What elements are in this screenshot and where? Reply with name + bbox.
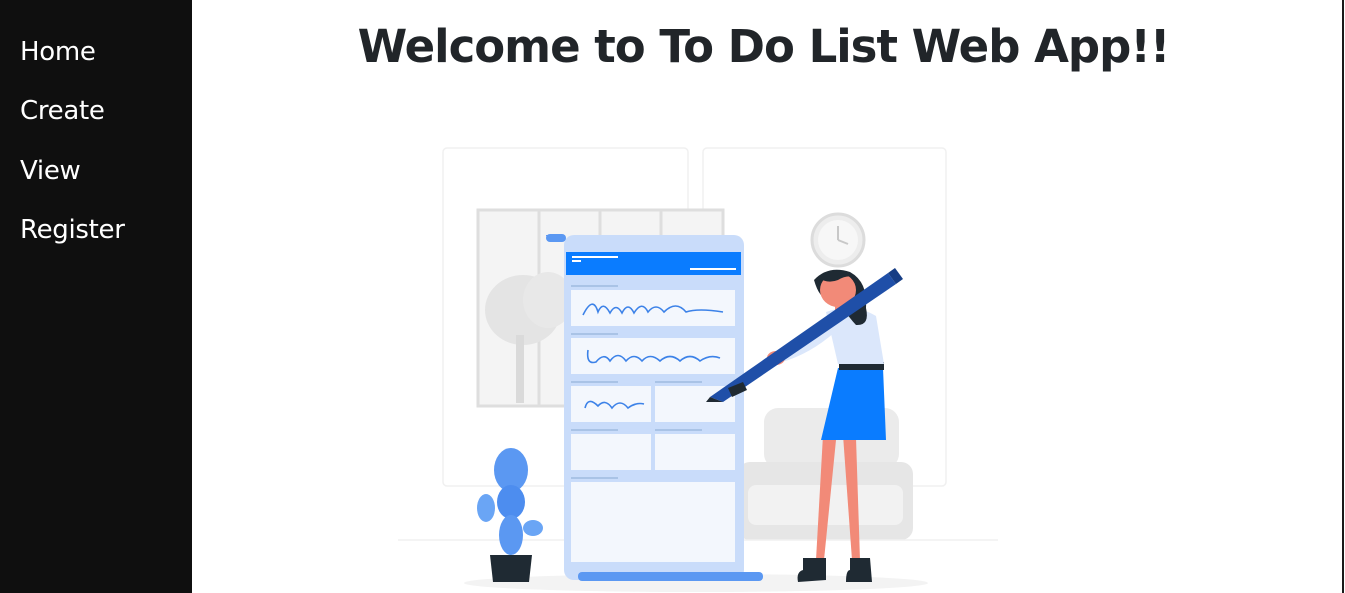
nav-link-view[interactable]: View bbox=[20, 155, 81, 187]
sidebar-nav: Home Create View Register bbox=[0, 0, 192, 593]
nav-link-register[interactable]: Register bbox=[20, 214, 125, 246]
nav-link-home[interactable]: Home bbox=[20, 36, 96, 68]
page-title: Welcome to To Do List Web App!! bbox=[357, 20, 1171, 73]
clock-icon bbox=[810, 212, 866, 268]
todo-list-writing-illustration bbox=[398, 147, 998, 592]
todo-document-graphic bbox=[546, 234, 763, 581]
nav-link-create[interactable]: Create bbox=[20, 95, 105, 127]
window-border bbox=[1342, 0, 1344, 593]
